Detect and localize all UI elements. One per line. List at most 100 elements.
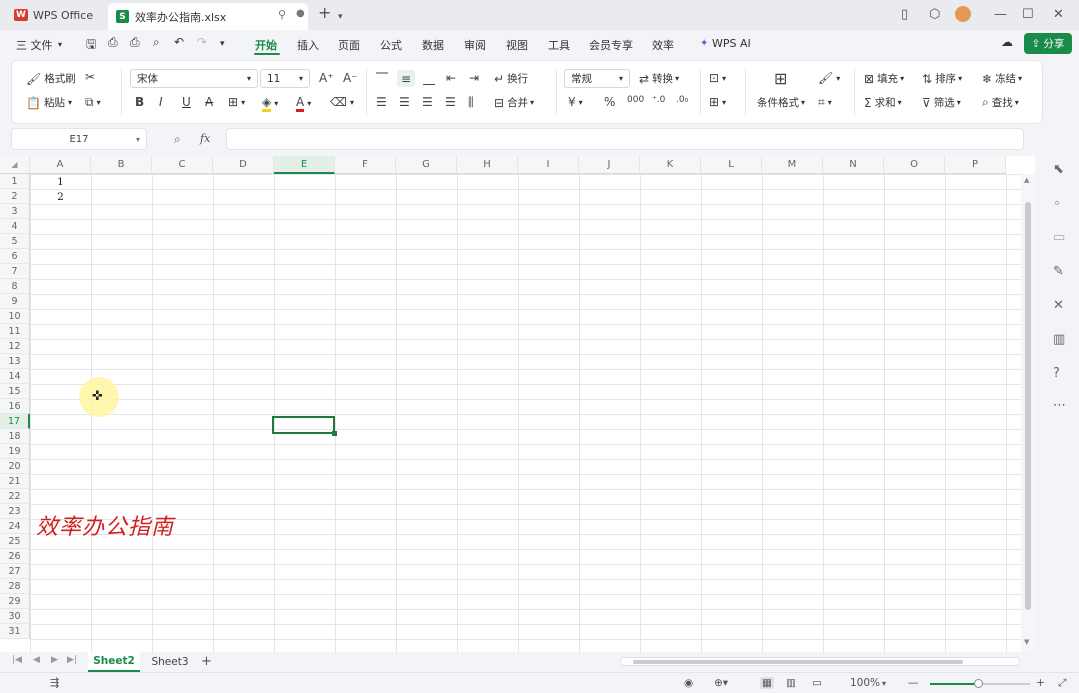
- book-icon[interactable]: ▥: [1053, 332, 1065, 347]
- filter-button[interactable]: ⊽ 筛选 ▾: [922, 95, 961, 110]
- font-color-button[interactable]: A ▾: [296, 95, 311, 112]
- name-box[interactable]: E17 ▾: [11, 128, 147, 150]
- table-icon-button[interactable]: ⊞: [774, 69, 790, 88]
- tools-icon[interactable]: ✕: [1053, 298, 1064, 313]
- decrease-decimal-button[interactable]: .0₀: [676, 95, 691, 105]
- zoom-level-chevron-icon[interactable]: ▾: [882, 679, 886, 688]
- menu-page[interactable]: 页面: [338, 37, 360, 53]
- normal-view-icon[interactable]: ▦: [760, 677, 774, 689]
- quick-access-chevron-icon[interactable]: ▾: [220, 39, 225, 49]
- decrease-font-button[interactable]: A⁻: [343, 71, 361, 85]
- menu-review[interactable]: 审阅: [464, 37, 486, 53]
- last-sheet-icon[interactable]: ▶|: [67, 655, 77, 665]
- fullscreen-icon[interactable]: ⤢: [1058, 677, 1066, 690]
- row-col-button[interactable]: ⌗ ▾: [818, 95, 832, 110]
- menu-formula[interactable]: 公式: [380, 37, 402, 53]
- scroll-down-icon[interactable]: ▼: [1024, 638, 1029, 646]
- save-icon[interactable]: 🖫: [86, 35, 96, 56]
- horizontal-scroll-thumb[interactable]: [633, 660, 963, 664]
- menu-view[interactable]: 视图: [506, 37, 528, 53]
- spreadsheet-grid[interactable]: ◢ ABCDEFGHIJKLMNOP 1 2 3 4 5 6 7 8 9 10 11 12 13 14 15…: [0, 156, 1035, 652]
- distributed-button[interactable]: ⫼: [468, 95, 477, 110]
- status-menu-icon[interactable]: ⇶: [50, 676, 59, 689]
- name-box-chevron-icon[interactable]: ▾: [136, 135, 140, 144]
- help-icon[interactable]: ?: [1053, 366, 1060, 381]
- skin-icon[interactable]: ⬡: [929, 7, 940, 23]
- first-sheet-icon[interactable]: |◀: [12, 655, 22, 665]
- window-layout-icon[interactable]: ▯: [901, 7, 908, 23]
- cell-style-button[interactable]: ⊡ ▾: [709, 71, 726, 85]
- menu-efficiency[interactable]: 效率: [652, 37, 674, 53]
- cut-button[interactable]: ✂: [85, 70, 98, 84]
- next-sheet-icon[interactable]: ▶: [51, 655, 58, 665]
- sort-button[interactable]: ⇅ 排序 ▾: [922, 71, 962, 86]
- strikethrough-button[interactable]: A: [205, 95, 216, 109]
- align-middle-button[interactable]: ≡: [397, 70, 415, 87]
- percent-button[interactable]: %: [604, 95, 618, 109]
- minimize-icon[interactable]: —: [994, 7, 1007, 23]
- fill-handle[interactable]: [332, 431, 337, 436]
- selected-cell[interactable]: [272, 416, 335, 434]
- align-right-button[interactable]: ☰: [422, 95, 436, 109]
- wrap-text-button[interactable]: ↵ 换行: [494, 71, 528, 86]
- print-preview-icon[interactable]: ⌕: [153, 35, 160, 50]
- tab-wps-home[interactable]: W WPS Office: [6, 4, 114, 26]
- fill-button[interactable]: ⊠ 填充 ▾: [864, 71, 904, 86]
- decrease-indent-button[interactable]: ⇤: [446, 71, 459, 85]
- prev-sheet-icon[interactable]: ◀: [33, 655, 40, 665]
- increase-font-button[interactable]: A⁺: [319, 71, 337, 85]
- menu-tools[interactable]: 工具: [548, 37, 570, 53]
- copy-button[interactable]: ⧉ ▾: [85, 95, 101, 110]
- page-break-icon[interactable]: ▭: [812, 677, 822, 689]
- unsaved-dot-icon[interactable]: ●: [296, 8, 305, 19]
- export-pdf-icon[interactable]: ⎙: [108, 35, 118, 50]
- paste-button[interactable]: 📋 粘贴 ▾: [26, 95, 72, 110]
- menu-insert[interactable]: 插入: [297, 37, 319, 53]
- find-button[interactable]: ⌕ 查找 ▾: [982, 95, 1019, 110]
- zoom-slider-handle[interactable]: [974, 679, 983, 688]
- cell-a2[interactable]: 2: [30, 189, 91, 204]
- number-format-select[interactable]: 常规 ▾: [564, 69, 630, 88]
- close-icon[interactable]: ✕: [1053, 7, 1064, 23]
- fill-color-button[interactable]: ◈ ▾: [262, 95, 278, 112]
- bold-button[interactable]: B: [135, 95, 147, 109]
- paint-bucket-button[interactable]: 🖌 ▾: [818, 71, 840, 85]
- pin-icon[interactable]: ⚲: [278, 8, 286, 21]
- conditional-format-button[interactable]: 条件格式 ▾: [757, 95, 805, 110]
- style-icon[interactable]: ✎: [1053, 264, 1064, 279]
- sheet-tab-sheet2[interactable]: Sheet2: [88, 652, 140, 672]
- shapes-icon[interactable]: ∘: [1053, 196, 1061, 211]
- font-name-select[interactable]: 宋体 ▾: [130, 69, 258, 88]
- menu-file-chevron-icon[interactable]: ▾: [58, 40, 62, 49]
- menu-home[interactable]: 开始: [255, 37, 277, 53]
- zoom-search-icon[interactable]: ⌕: [174, 132, 181, 147]
- print-icon[interactable]: ⎙: [130, 35, 140, 50]
- menu-data[interactable]: 数据: [422, 37, 444, 53]
- format-painter-button[interactable]: 🖌 格式刷: [26, 71, 76, 86]
- font-size-select[interactable]: 11 ▾: [260, 69, 310, 88]
- sum-button[interactable]: Σ 求和 ▾: [864, 95, 902, 110]
- undo-icon[interactable]: ↶: [174, 35, 184, 49]
- vertical-scroll-thumb[interactable]: [1025, 202, 1031, 610]
- thousands-button[interactable]: 000: [627, 95, 647, 105]
- add-sheet-button[interactable]: +: [201, 654, 212, 669]
- new-tab-button[interactable]: +: [318, 5, 331, 21]
- comment-icon[interactable]: ▭: [1053, 230, 1065, 245]
- cell-a1[interactable]: 1: [30, 174, 91, 189]
- zoom-slider[interactable]: [930, 679, 1030, 688]
- scroll-up-icon[interactable]: ▲: [1024, 176, 1029, 184]
- align-left-button[interactable]: ☰: [376, 95, 390, 109]
- clear-button[interactable]: ⌫ ▾: [330, 95, 354, 109]
- currency-button[interactable]: ¥ ▾: [568, 95, 583, 109]
- more-icon[interactable]: ⋯: [1053, 398, 1066, 413]
- tab-file[interactable]: S 效率办公指南.xlsx ⚲ ●: [108, 3, 308, 30]
- justify-button[interactable]: ☰: [445, 95, 459, 109]
- menu-member[interactable]: 会员专享: [589, 37, 633, 53]
- tab-list-chevron-icon[interactable]: ▾: [338, 9, 343, 25]
- menu-wps-ai[interactable]: WPS AI: [712, 37, 751, 50]
- convert-button[interactable]: ⇄ 转换 ▾: [639, 71, 679, 86]
- formula-input[interactable]: [226, 128, 1024, 150]
- maximize-icon[interactable]: ☐: [1022, 7, 1034, 23]
- view-mode-icon[interactable]: ⊕▾: [714, 677, 728, 689]
- zoom-in-icon[interactable]: +: [1036, 677, 1045, 689]
